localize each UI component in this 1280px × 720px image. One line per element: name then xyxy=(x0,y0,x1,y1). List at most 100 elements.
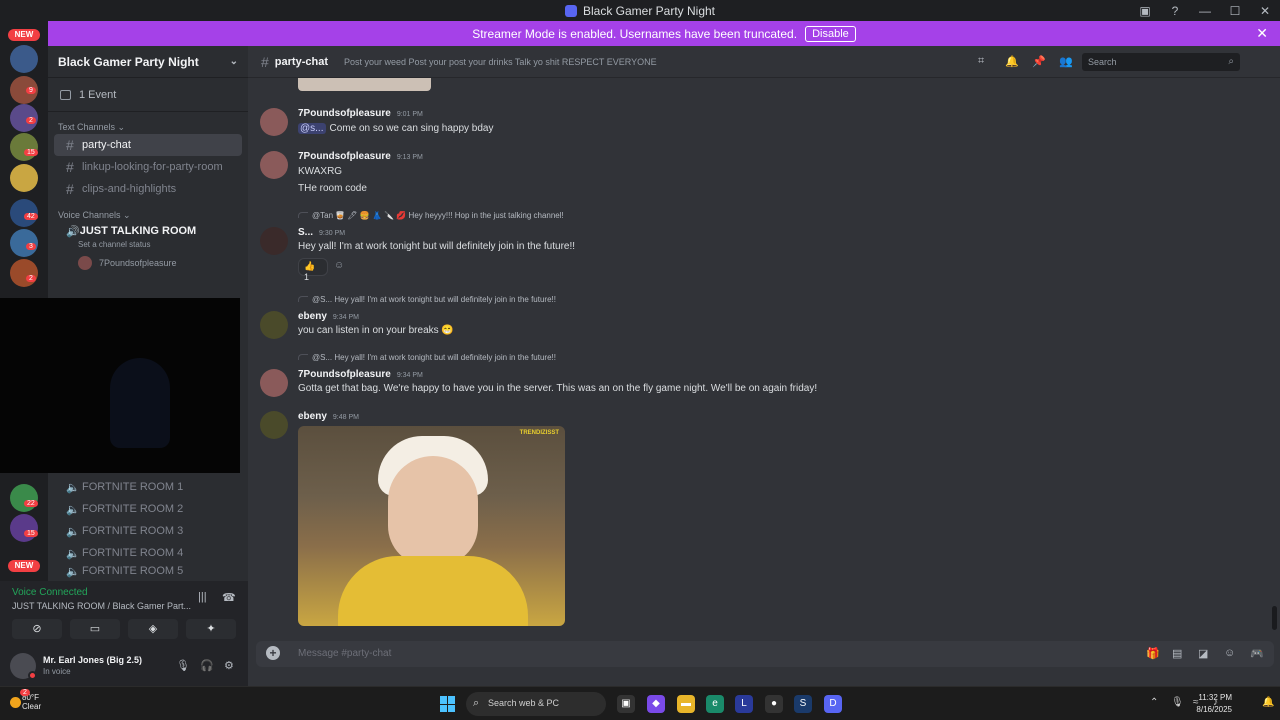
emoji-icon[interactable]: ☺ xyxy=(1224,647,1235,659)
voice-channel-fortnite-2[interactable]: 🔈 FORTNITE ROOM 2 xyxy=(54,498,242,520)
edge-icon[interactable]: e xyxy=(706,695,724,713)
text-channels-category[interactable]: Text Channels ⌄ xyxy=(48,112,248,134)
microphone-icon[interactable]: 🎙 xyxy=(176,659,190,672)
voice-user[interactable]: 7Poundsofpleasure xyxy=(48,252,248,274)
events-link[interactable]: 1 Event xyxy=(48,78,248,112)
author-name[interactable]: S... xyxy=(298,227,313,238)
new-servers-pill-bottom[interactable]: NEW xyxy=(8,560,40,572)
voice-channel-just-talking[interactable]: 🔊 JUST TALKING ROOM xyxy=(54,222,242,240)
camera-off-button[interactable]: ⊘ xyxy=(12,619,62,639)
file-explorer-icon[interactable]: ▬ xyxy=(677,695,695,713)
voice-channel-fortnite-3[interactable]: 🔈 FORTNITE ROOM 3 xyxy=(54,520,242,542)
voice-connected-label[interactable]: Voice Connected xyxy=(12,587,88,598)
disable-streamer-button[interactable]: Disable xyxy=(805,25,856,42)
mention-badge: 3 xyxy=(26,243,36,250)
reply-preview[interactable]: @Tan 🥃 🖊 🍔 👗 🔪 💋 Hey heyyy!!! Hop in the… xyxy=(298,211,564,220)
avatar[interactable] xyxy=(260,369,288,397)
voice-channel-status[interactable]: Set a channel status xyxy=(48,240,248,252)
taskbar-search[interactable]: ⌕ Search web & PC xyxy=(466,692,606,716)
author-name[interactable]: 7Poundsofpleasure xyxy=(298,108,391,119)
tray-chevron-icon[interactable]: ⌃ xyxy=(1150,697,1158,708)
channel-topic[interactable]: Post your weed Post your post your drink… xyxy=(344,57,657,67)
message-author[interactable]: S... 9:30 PM xyxy=(298,227,345,238)
user-name[interactable]: Mr. Earl Jones (Big 2.5) xyxy=(43,655,142,665)
author-name[interactable]: ebeny xyxy=(298,411,327,422)
server-icon[interactable] xyxy=(10,484,38,512)
gif-attachment[interactable]: TRENDIZISST xyxy=(298,426,565,626)
activity-button[interactable]: ◈ xyxy=(128,619,178,639)
screen-share-button[interactable]: ▭ xyxy=(70,619,120,639)
close-window-button[interactable]: ✕ xyxy=(1250,4,1280,18)
headphones-icon[interactable]: 🎧 xyxy=(200,659,214,672)
user-mention[interactable]: @s... xyxy=(298,123,326,134)
voice-channel-fortnite-4[interactable]: 🔈 FORTNITE ROOM 4 xyxy=(54,542,242,564)
server-icon[interactable] xyxy=(10,133,38,161)
avatar[interactable] xyxy=(260,411,288,439)
noise-suppression-icon[interactable]: ||| xyxy=(198,591,207,603)
search-input[interactable]: Search ⌕ xyxy=(1082,53,1240,71)
channel-party-chat[interactable]: # party-chat xyxy=(54,134,242,156)
message-composer[interactable]: + Message #party-chat 🎁 ▤ ◪ ☺ 🎮 xyxy=(256,641,1274,667)
gif-icon[interactable]: ▤ xyxy=(1172,647,1182,660)
camera-video-preview[interactable] xyxy=(0,298,240,473)
avatar[interactable] xyxy=(260,108,288,136)
author-name[interactable]: ebeny xyxy=(298,311,327,322)
voice-connected-channel[interactable]: JUST TALKING ROOM / Black Gamer Part... xyxy=(12,601,192,611)
add-attachment-icon[interactable]: + xyxy=(266,646,280,660)
pin-icon[interactable]: 📌 xyxy=(1032,55,1059,68)
voice-channel-fortnite-1[interactable]: 🔈 FORTNITE ROOM 1 xyxy=(54,476,242,498)
notification-icon[interactable]: 🔔 xyxy=(1262,697,1274,708)
avatar[interactable] xyxy=(260,311,288,339)
server-header[interactable]: Black Gamer Party Night ⌄ xyxy=(48,46,248,78)
steam-icon[interactable]: S xyxy=(794,695,812,713)
server-icon[interactable] xyxy=(10,164,38,192)
message-author[interactable]: ebeny 9:48 PM xyxy=(298,411,359,422)
add-reaction-icon[interactable]: ☺ xyxy=(334,258,352,276)
reaction-thumbs-up[interactable]: 👍 1 xyxy=(298,258,328,282)
minimize-button[interactable]: — xyxy=(1190,4,1220,18)
server-icon[interactable] xyxy=(10,259,38,287)
server-icon[interactable] xyxy=(10,514,38,542)
bell-icon[interactable]: 🔔 xyxy=(1005,55,1032,68)
maximize-button[interactable]: ☐ xyxy=(1220,4,1250,18)
voice-channels-category[interactable]: Voice Channels ⌄ xyxy=(48,200,248,222)
window-title: Black Gamer Party Night xyxy=(582,3,716,18)
reply-preview[interactable]: @S... Hey yall! I'm at work tonight but … xyxy=(298,353,556,362)
app-icon[interactable]: ● xyxy=(765,695,783,713)
app-l-icon[interactable]: L xyxy=(735,695,753,713)
new-servers-pill[interactable]: NEW xyxy=(8,29,40,41)
system-clock[interactable]: 11:32 PM 8/16/2025 xyxy=(1196,692,1232,716)
channel-linkup[interactable]: # linkup-looking-for-party-room xyxy=(54,156,242,178)
message-author[interactable]: ebeny 9:34 PM xyxy=(298,311,359,322)
soundboard-button[interactable]: ✦ xyxy=(186,619,236,639)
discord-icon[interactable]: D xyxy=(824,695,842,713)
copilot-icon[interactable]: ◆ xyxy=(647,695,665,713)
threads-icon[interactable]: ⌗ xyxy=(978,55,1005,68)
voice-channel-fortnite-5[interactable]: 🔈 FORTNITE ROOM 5 xyxy=(54,564,242,578)
close-banner-icon[interactable]: ✕ xyxy=(1256,25,1268,42)
help-icon[interactable]: ? xyxy=(1160,4,1190,18)
chevron-down-icon[interactable]: ⌄ xyxy=(230,56,238,67)
previous-image-attachment[interactable] xyxy=(298,78,431,91)
avatar[interactable] xyxy=(260,151,288,179)
author-name[interactable]: 7Poundsofpleasure xyxy=(298,151,391,162)
disconnect-icon[interactable]: ☎ xyxy=(222,591,236,604)
inbox-icon[interactable]: ▣ xyxy=(1130,4,1160,18)
sticker-icon[interactable]: ◪ xyxy=(1198,647,1208,660)
tray-mic-icon[interactable]: 🎙 xyxy=(1171,697,1184,708)
task-view-icon[interactable]: ▣ xyxy=(617,695,635,713)
avatar[interactable] xyxy=(260,227,288,255)
gift-icon[interactable]: 🎁 xyxy=(1146,647,1160,660)
author-name[interactable]: 7Poundsofpleasure xyxy=(298,369,391,380)
channel-clips[interactable]: # clips-and-highlights xyxy=(54,178,242,200)
message-author[interactable]: 7Poundsofpleasure 9:34 PM xyxy=(298,369,423,380)
chat-scrollbar[interactable] xyxy=(1272,606,1277,630)
reply-preview[interactable]: @S... Hey yall! I'm at work tonight but … xyxy=(298,295,556,304)
mention-badge: 42 xyxy=(24,213,38,220)
start-button[interactable] xyxy=(440,696,456,712)
message-author[interactable]: 7Poundsofpleasure 9:01 PM xyxy=(298,108,423,119)
gear-icon[interactable]: ⚙ xyxy=(224,659,234,672)
apps-icon[interactable]: 🎮 xyxy=(1250,647,1264,660)
server-icon[interactable] xyxy=(10,45,38,73)
message-author[interactable]: 7Poundsofpleasure 9:13 PM xyxy=(298,151,423,162)
